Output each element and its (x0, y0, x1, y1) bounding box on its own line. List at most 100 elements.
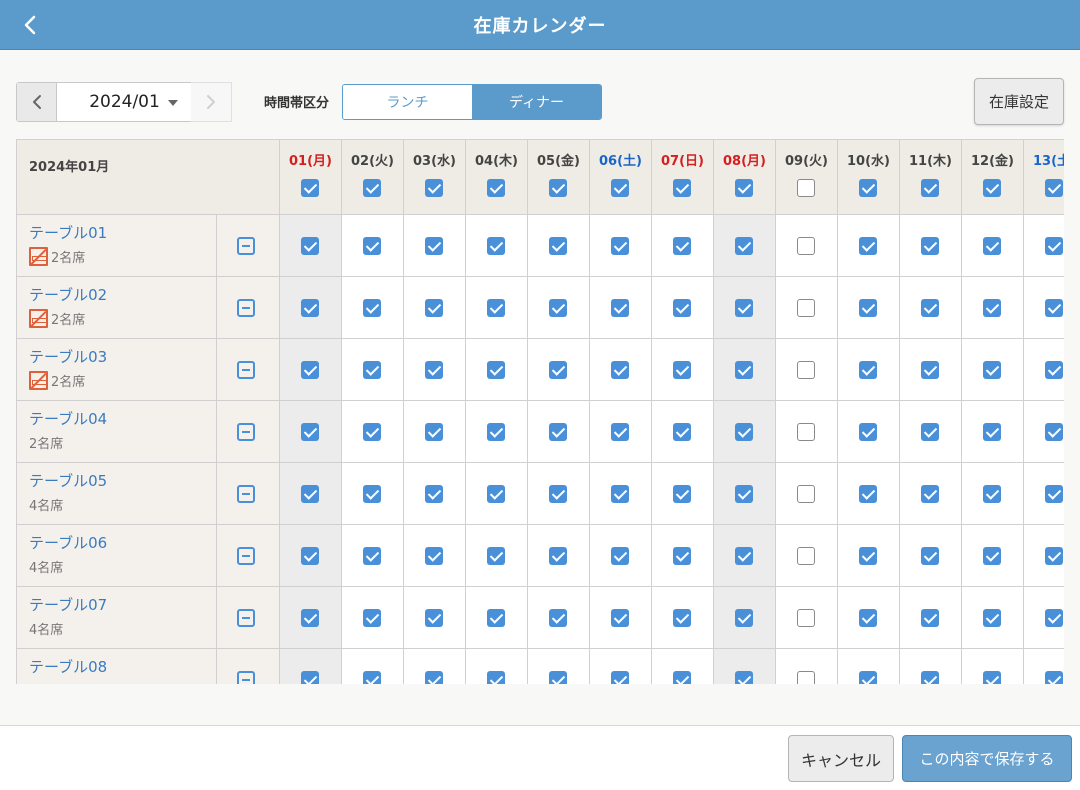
inventory-checkbox[interactable] (363, 485, 381, 503)
inventory-checkbox[interactable] (363, 299, 381, 317)
row-indeterminate-checkbox[interactable] (237, 485, 255, 503)
inventory-checkbox[interactable] (921, 671, 939, 684)
inventory-checkbox[interactable] (549, 361, 567, 379)
inventory-checkbox[interactable] (549, 671, 567, 684)
inventory-checkbox[interactable] (797, 237, 815, 255)
inventory-checkbox[interactable] (425, 671, 443, 684)
day-column-checkbox[interactable] (425, 179, 443, 197)
inventory-checkbox[interactable] (549, 299, 567, 317)
day-column-checkbox[interactable] (487, 179, 505, 197)
inventory-checkbox[interactable] (425, 237, 443, 255)
inventory-checkbox[interactable] (301, 237, 319, 255)
inventory-checkbox[interactable] (797, 299, 815, 317)
inventory-checkbox[interactable] (673, 299, 691, 317)
inventory-checkbox[interactable] (487, 547, 505, 565)
inventory-checkbox[interactable] (859, 237, 877, 255)
save-button[interactable]: この内容で保存する (902, 735, 1072, 782)
inventory-checkbox[interactable] (301, 547, 319, 565)
table-name-link[interactable]: テーブル04 (29, 408, 107, 429)
inventory-checkbox[interactable] (487, 237, 505, 255)
inventory-checkbox[interactable] (673, 671, 691, 684)
inventory-checkbox[interactable] (549, 547, 567, 565)
row-indeterminate-checkbox[interactable] (237, 547, 255, 565)
inventory-checkbox[interactable] (735, 547, 753, 565)
dinner-tab[interactable]: ディナー (472, 85, 601, 119)
inventory-checkbox[interactable] (487, 609, 505, 627)
day-column-checkbox[interactable] (549, 179, 567, 197)
inventory-checkbox[interactable] (983, 609, 1001, 627)
inventory-checkbox[interactable] (611, 237, 629, 255)
prev-month-button[interactable] (17, 83, 57, 121)
inventory-checkbox[interactable] (735, 485, 753, 503)
table-name-link[interactable]: テーブル05 (29, 470, 107, 491)
row-indeterminate-checkbox[interactable] (237, 237, 255, 255)
cancel-button[interactable]: キャンセル (788, 735, 894, 782)
inventory-checkbox[interactable] (425, 547, 443, 565)
inventory-checkbox[interactable] (983, 671, 1001, 684)
table-name-link[interactable]: テーブル06 (29, 532, 107, 553)
inventory-checkbox[interactable] (611, 361, 629, 379)
day-column-checkbox[interactable] (301, 179, 319, 197)
inventory-checkbox[interactable] (797, 547, 815, 565)
inventory-checkbox[interactable] (797, 423, 815, 441)
inventory-checkbox[interactable] (1045, 547, 1063, 565)
inventory-checkbox[interactable] (301, 609, 319, 627)
inventory-checkbox[interactable] (363, 237, 381, 255)
day-column-checkbox[interactable] (735, 179, 753, 197)
inventory-checkbox[interactable] (611, 423, 629, 441)
inventory-checkbox[interactable] (301, 423, 319, 441)
inventory-checkbox[interactable] (797, 609, 815, 627)
inventory-checkbox[interactable] (921, 299, 939, 317)
inventory-checkbox[interactable] (921, 485, 939, 503)
inventory-checkbox[interactable] (921, 547, 939, 565)
inventory-checkbox[interactable] (1045, 609, 1063, 627)
inventory-checkbox[interactable] (983, 237, 1001, 255)
table-name-link[interactable]: テーブル08 (29, 656, 107, 677)
day-column-checkbox[interactable] (983, 179, 1001, 197)
table-name-link[interactable]: テーブル02 (29, 284, 107, 305)
inventory-checkbox[interactable] (859, 361, 877, 379)
inventory-checkbox[interactable] (673, 609, 691, 627)
row-indeterminate-checkbox[interactable] (237, 299, 255, 317)
inventory-checkbox[interactable] (735, 423, 753, 441)
day-column-checkbox[interactable] (363, 179, 381, 197)
inventory-checkbox[interactable] (487, 299, 505, 317)
inventory-checkbox[interactable] (983, 485, 1001, 503)
inventory-checkbox[interactable] (487, 671, 505, 684)
inventory-checkbox[interactable] (425, 485, 443, 503)
inventory-checkbox[interactable] (363, 609, 381, 627)
inventory-checkbox[interactable] (611, 485, 629, 503)
inventory-checkbox[interactable] (859, 609, 877, 627)
inventory-checkbox[interactable] (549, 609, 567, 627)
month-select[interactable]: 2024/01 (57, 83, 192, 121)
row-indeterminate-checkbox[interactable] (237, 671, 255, 684)
inventory-checkbox[interactable] (487, 361, 505, 379)
inventory-checkbox[interactable] (487, 485, 505, 503)
day-column-checkbox[interactable] (921, 179, 939, 197)
inventory-checkbox[interactable] (1045, 299, 1063, 317)
inventory-checkbox[interactable] (363, 547, 381, 565)
inventory-checkbox[interactable] (363, 423, 381, 441)
inventory-checkbox[interactable] (1045, 485, 1063, 503)
table-name-link[interactable]: テーブル07 (29, 594, 107, 615)
inventory-checkbox[interactable] (983, 423, 1001, 441)
inventory-checkbox[interactable] (921, 361, 939, 379)
inventory-checkbox[interactable] (983, 547, 1001, 565)
day-column-checkbox[interactable] (611, 179, 629, 197)
stock-settings-button[interactable]: 在庫設定 (974, 78, 1064, 125)
table-name-link[interactable]: テーブル01 (29, 222, 107, 243)
inventory-checkbox[interactable] (673, 237, 691, 255)
inventory-checkbox[interactable] (735, 361, 753, 379)
table-name-link[interactable]: テーブル03 (29, 346, 107, 367)
inventory-checkbox[interactable] (1045, 671, 1063, 684)
day-column-checkbox[interactable] (859, 179, 877, 197)
inventory-checkbox[interactable] (611, 299, 629, 317)
inventory-checkbox[interactable] (859, 423, 877, 441)
next-month-button[interactable] (191, 82, 232, 122)
inventory-checkbox[interactable] (301, 671, 319, 684)
inventory-checkbox[interactable] (301, 361, 319, 379)
inventory-checkbox[interactable] (735, 609, 753, 627)
inventory-checkbox[interactable] (859, 299, 877, 317)
inventory-checkbox[interactable] (735, 237, 753, 255)
inventory-checkbox[interactable] (797, 485, 815, 503)
